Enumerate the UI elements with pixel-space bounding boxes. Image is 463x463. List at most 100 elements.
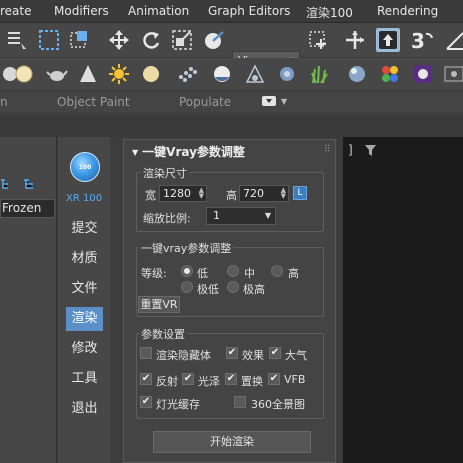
nav-item-render[interactable]: 渲染: [66, 307, 103, 331]
dome-light-icon[interactable]: [139, 62, 163, 86]
keyboard-shortcut-toggle-icon[interactable]: [376, 28, 400, 52]
height-value: 720: [243, 187, 264, 200]
effects-label: 效果: [242, 349, 264, 362]
level-low-label: 低: [197, 267, 208, 280]
ribbon-tab-partial[interactable]: n: [0, 95, 8, 109]
spinner-arrows-icon[interactable]: ▲ ▼: [199, 187, 204, 200]
width-spinner[interactable]: 1280 ▲ ▼: [159, 185, 207, 202]
placement-icon[interactable]: [202, 28, 226, 52]
render-size-title: 渲染尺寸: [141, 165, 189, 181]
panel-title[interactable]: ▼ 一键Vray参数调整: [132, 143, 245, 160]
glass-sphere-icon[interactable]: [345, 62, 369, 86]
material-sphere-icon[interactable]: [210, 62, 234, 86]
main-toolbar: View ▼ 3: [0, 23, 463, 70]
level-mid-label: 中: [244, 267, 255, 280]
rotate-icon[interactable]: [139, 28, 163, 52]
cone-icon[interactable]: [76, 62, 100, 86]
drag-grip-icon[interactable]: ⠿: [324, 145, 331, 155]
ribbon-tabs: n Object Paint Populate: [0, 91, 463, 114]
plugin-title: XR 100: [66, 193, 103, 204]
menu-animation[interactable]: Animation: [128, 4, 189, 18]
angle-snap-icon[interactable]: [442, 28, 463, 52]
rect-select-icon[interactable]: [37, 28, 61, 52]
level-low-radio[interactable]: [181, 265, 193, 277]
color-balls-icon[interactable]: [378, 62, 402, 86]
light-sphere-icon[interactable]: [12, 62, 36, 86]
frozen-column-header[interactable]: Frozen: [0, 199, 55, 218]
svg-text:3: 3: [411, 29, 425, 52]
menu-graph-editors[interactable]: Graph Editors: [208, 4, 290, 18]
panorama-checkbox[interactable]: [234, 396, 246, 408]
level-high-radio[interactable]: [271, 265, 283, 277]
ribbon-tab-object-paint[interactable]: Object Paint: [57, 95, 130, 109]
grass-icon[interactable]: [307, 62, 331, 86]
scale-label: 缩放比例:: [143, 212, 191, 225]
scale-value: 1: [213, 209, 220, 222]
ribbon-minimize-icon[interactable]: [262, 96, 276, 106]
spinner-arrows-icon[interactable]: ▲ ▼: [281, 187, 286, 200]
light-cache-label: 灯光缓存: [156, 398, 200, 411]
start-render-button[interactable]: 开始渲染: [153, 431, 311, 453]
xr100-logo: 100: [70, 152, 100, 182]
glossy-checkbox[interactable]: ✔: [182, 373, 194, 385]
width-value: 1280: [163, 187, 191, 200]
scale-select[interactable]: 1 ▼: [206, 207, 276, 225]
menu-modifiers[interactable]: Modifiers: [54, 4, 109, 18]
chevron-down-icon: ▼: [264, 211, 271, 220]
menu-bar: reate Modifiers Animation Graph Editors …: [0, 0, 463, 23]
grid-dots-icon[interactable]: [176, 62, 200, 86]
render-hidden-checkbox[interactable]: [140, 347, 152, 359]
vfb-checkbox[interactable]: ✔: [268, 373, 280, 385]
viewport[interactable]: [343, 137, 463, 463]
level-mid-radio[interactable]: [227, 265, 239, 277]
move-icon[interactable]: [107, 28, 131, 52]
collapse-triangle-icon: ▼: [132, 148, 139, 157]
level-high-label: 高: [288, 267, 299, 280]
nav-item-tools[interactable]: 工具: [66, 367, 103, 391]
select-list-icon[interactable]: [5, 28, 29, 52]
nav-item-file[interactable]: 文件: [66, 277, 103, 301]
pivot-center-icon[interactable]: [306, 28, 330, 52]
hierarchy-icon[interactable]: [0, 178, 14, 190]
level-veryhigh-label: 极高: [243, 283, 265, 296]
width-label: 宽: [145, 189, 156, 202]
menu-rendering[interactable]: Rendering: [377, 4, 438, 18]
level-verylow-radio[interactable]: [181, 281, 193, 293]
height-spinner[interactable]: 720 ▲ ▼: [239, 185, 289, 202]
workspace-header: [0, 115, 463, 137]
render-hidden-label: 渲染隐藏体: [156, 349, 211, 362]
window-crossing-icon[interactable]: [68, 28, 92, 52]
displacement-checkbox[interactable]: ✔: [225, 373, 237, 385]
sun-icon[interactable]: [107, 62, 131, 86]
render-setup-icon[interactable]: [442, 62, 463, 86]
level-veryhigh-radio[interactable]: [227, 281, 239, 293]
displacement-label: 置换: [241, 375, 263, 388]
camera-icon[interactable]: [243, 62, 267, 86]
nav-item-material[interactable]: 材质: [66, 247, 103, 271]
scale-icon[interactable]: [170, 28, 194, 52]
reset-vr-button[interactable]: 重置VR: [138, 296, 180, 313]
snaps-toggle-icon[interactable]: 3: [410, 28, 434, 52]
particle-icon[interactable]: [275, 62, 299, 86]
nav-item-modify[interactable]: 修改: [66, 337, 103, 361]
level-label: 等级:: [141, 267, 167, 280]
filter-icon[interactable]: [365, 145, 376, 159]
atmosphere-checkbox[interactable]: ✔: [269, 347, 281, 359]
aspect-lock-button[interactable]: L: [293, 186, 307, 200]
nav-item-submit[interactable]: 提交: [66, 217, 103, 241]
light-cache-checkbox[interactable]: ✔: [140, 396, 152, 408]
ribbon-tab-populate[interactable]: Populate: [179, 95, 231, 109]
ribbon-options-icon[interactable]: ▼: [281, 97, 287, 106]
hierarchy-expand-icon[interactable]: [22, 178, 36, 190]
menu-create[interactable]: reate: [0, 4, 32, 18]
effects-checkbox[interactable]: ✔: [226, 347, 238, 359]
material-editor-icon[interactable]: [411, 62, 435, 86]
glossy-label: 光泽: [198, 375, 220, 388]
menu-render100[interactable]: 渲染100: [306, 4, 353, 21]
panel-title-text: 一键Vray参数调整: [142, 145, 245, 159]
teapot-icon[interactable]: [45, 62, 69, 86]
nav-item-exit[interactable]: 退出: [66, 397, 103, 421]
reflection-checkbox[interactable]: ✔: [140, 373, 152, 385]
select-manipulate-icon[interactable]: [343, 28, 367, 52]
level-verylow-label: 极低: [197, 283, 219, 296]
